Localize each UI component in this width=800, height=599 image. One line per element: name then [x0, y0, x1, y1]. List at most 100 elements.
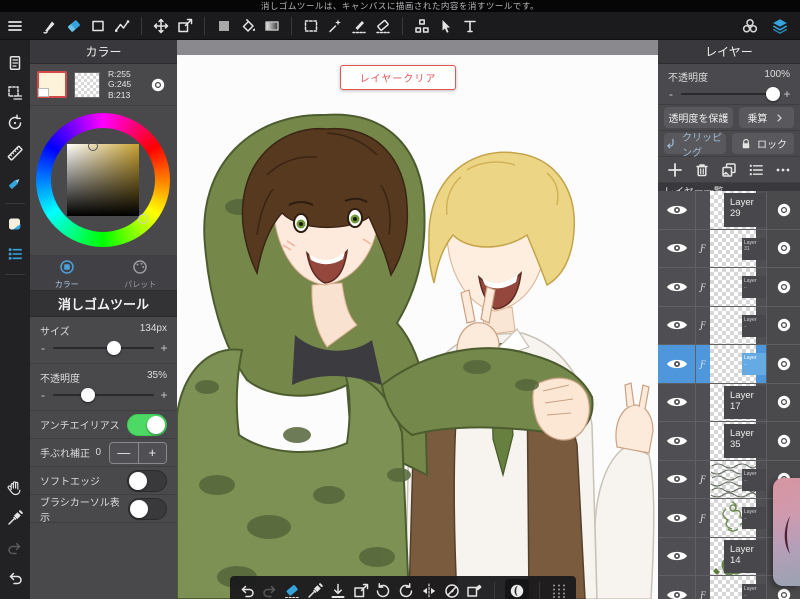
brush-cursor-toggle[interactable]: [127, 497, 167, 520]
move-icon[interactable]: [149, 14, 173, 38]
layer-clear-button[interactable]: レイヤークリア: [340, 65, 456, 90]
redo-icon[interactable]: [260, 581, 280, 599]
layer-visibility-eye-icon[interactable]: [658, 191, 696, 229]
select-pen-icon[interactable]: [347, 14, 371, 38]
layer-settings-gear-icon[interactable]: [766, 345, 800, 383]
select-eraser-icon[interactable]: [371, 14, 395, 38]
gradient-icon[interactable]: [260, 14, 284, 38]
material-cube-icon[interactable]: [738, 14, 762, 38]
protect-alpha-button[interactable]: 透明度を保護: [664, 107, 733, 128]
tab-palette[interactable]: パレット: [104, 256, 178, 290]
text-icon[interactable]: [458, 14, 482, 38]
layer-visibility-eye-icon[interactable]: [658, 229, 696, 267]
sv-knob[interactable]: [88, 141, 98, 151]
layer-row[interactable]: Layer 35: [658, 422, 800, 461]
layer-settings-gear-icon[interactable]: [766, 268, 800, 306]
material-button[interactable]: [504, 578, 529, 599]
list-icon[interactable]: [746, 160, 766, 180]
brush-icon[interactable]: [38, 14, 62, 38]
undo-icon[interactable]: [3, 566, 27, 590]
more-icon[interactable]: [773, 160, 793, 180]
marker-icon[interactable]: [3, 171, 27, 195]
layer-row[interactable]: Ƒ Layer ..: [658, 306, 800, 345]
plus-icon[interactable]: [665, 160, 685, 180]
layer-visibility-eye-icon[interactable]: [658, 537, 696, 575]
layer-settings-gear-icon[interactable]: [766, 422, 800, 460]
drawing-canvas[interactable]: レイヤークリア 2048*2732px 778dpi 75% ブラシ: 134p…: [177, 55, 658, 599]
size-slider[interactable]: - +: [30, 338, 177, 358]
curve-icon[interactable]: [110, 14, 134, 38]
transform-icon[interactable]: [173, 14, 197, 38]
soft-edge-toggle[interactable]: [127, 469, 167, 492]
marquee-icon[interactable]: [299, 14, 323, 38]
undo-icon[interactable]: [237, 581, 257, 599]
eraser-active-icon[interactable]: [282, 581, 302, 599]
layer-settings-gear-icon[interactable]: [766, 191, 800, 229]
layer-visibility-eye-icon[interactable]: [658, 460, 696, 498]
layer-row[interactable]: Ƒ Layer 31: [658, 229, 800, 268]
trash-icon[interactable]: [692, 160, 712, 180]
layer-row[interactable]: Layer 29: [658, 191, 800, 230]
layers-icon[interactable]: [768, 14, 792, 38]
redo-icon[interactable]: [3, 536, 27, 560]
opacity-slider[interactable]: - +: [30, 385, 177, 405]
clipping-button[interactable]: クリッピング: [664, 133, 726, 159]
layer-visibility-eye-icon[interactable]: [658, 576, 696, 599]
brush-preview-popup[interactable]: [773, 478, 800, 586]
stabilize-stepper[interactable]: — +: [109, 441, 167, 464]
layer-visibility-eye-icon[interactable]: [658, 345, 696, 383]
select-layer-icon[interactable]: [3, 81, 27, 105]
stepper-plus[interactable]: +: [138, 442, 166, 463]
menu-icon[interactable]: [3, 14, 27, 38]
wand-icon[interactable]: [323, 14, 347, 38]
blend-mode-button[interactable]: 乗算: [738, 107, 794, 128]
rotate-canvas-icon[interactable]: [3, 111, 27, 135]
layer-visibility-eye-icon[interactable]: [658, 499, 696, 537]
layer-row[interactable]: Ƒ Layer ..: [658, 268, 800, 307]
color-wheel[interactable]: [30, 106, 177, 256]
color-settings-gear-icon[interactable]: [146, 73, 170, 97]
rotate-ccw-icon[interactable]: [373, 581, 393, 599]
layer-visibility-eye-icon[interactable]: [658, 306, 696, 344]
layer-row[interactable]: Ƒ Layer ..: [658, 345, 800, 384]
antialias-toggle[interactable]: [127, 413, 167, 436]
size-label: サイズ: [40, 327, 70, 338]
eyedropper-icon[interactable]: [3, 506, 27, 530]
layer-row[interactable]: Layer 17: [658, 383, 800, 422]
color-swatch-icon[interactable]: [3, 212, 27, 236]
split-view-icon[interactable]: [410, 14, 434, 38]
layer-settings-gear-icon[interactable]: [766, 383, 800, 421]
layer-opacity-slider[interactable]: - +: [658, 84, 800, 104]
bucket-icon[interactable]: [236, 14, 260, 38]
pages-icon[interactable]: [3, 51, 27, 75]
layer-visibility-eye-icon[interactable]: [658, 422, 696, 460]
clear-layer-icon[interactable]: [464, 581, 484, 599]
rect-select-icon[interactable]: [86, 14, 110, 38]
stepper-minus[interactable]: —: [110, 442, 139, 463]
saturation-value-square[interactable]: [67, 144, 139, 216]
lock-button[interactable]: ロック: [732, 133, 794, 154]
eyedropper-icon[interactable]: [305, 581, 325, 599]
eraser-icon[interactable]: [62, 14, 86, 38]
flip-h-icon[interactable]: [419, 581, 439, 599]
deselect-icon[interactable]: [434, 14, 458, 38]
hand-icon[interactable]: [3, 476, 27, 500]
rotate-cw-icon[interactable]: [396, 581, 416, 599]
fill-icon[interactable]: [212, 14, 236, 38]
layer-visibility-eye-icon[interactable]: [658, 268, 696, 306]
transparent-color-swatch[interactable]: [74, 71, 100, 98]
hue-knob[interactable]: [138, 214, 148, 224]
tab-color[interactable]: カラー: [30, 256, 104, 290]
layer-settings-gear-icon[interactable]: [766, 229, 800, 267]
menu-button[interactable]: [0, 14, 30, 38]
drag-grid-icon[interactable]: [549, 581, 569, 599]
layer-visibility-eye-icon[interactable]: [658, 383, 696, 421]
foreground-color-swatch[interactable]: [37, 71, 67, 98]
save-icon[interactable]: [328, 581, 348, 599]
tool-list-icon[interactable]: [3, 242, 27, 266]
layer-settings-gear-icon[interactable]: [766, 306, 800, 344]
rotate-lock-icon[interactable]: [442, 581, 462, 599]
transform-icon[interactable]: [351, 581, 371, 599]
duplicate-icon[interactable]: [719, 160, 739, 180]
ruler-icon[interactable]: [3, 141, 27, 165]
